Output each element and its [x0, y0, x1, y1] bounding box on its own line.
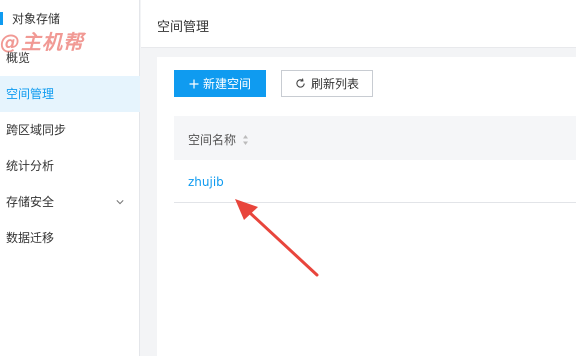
refresh-list-button[interactable]: 刷新列表 [281, 70, 373, 97]
page-header: 空间管理 [141, 0, 576, 48]
sidebar-item-storage-security[interactable]: 存储安全 [0, 184, 140, 220]
sidebar-item-overview[interactable]: 概览 [0, 40, 140, 76]
content-panel [157, 57, 576, 356]
sidebar-title: 对象存储 [12, 12, 61, 26]
column-header-bucket-name[interactable]: 空间名称 [188, 131, 249, 148]
sidebar-item-label: 跨区域同步 [6, 123, 67, 137]
sidebar-accent-bar [0, 12, 3, 25]
sidebar-item-statistics[interactable]: 统计分析 [0, 148, 140, 184]
sidebar-item-label: 统计分析 [6, 159, 55, 173]
annotation-arrow-icon [235, 199, 319, 277]
sidebar-item-label: 数据迁移 [6, 231, 55, 245]
create-bucket-label: 新建空间 [202, 77, 251, 91]
chevron-down-icon [116, 200, 124, 205]
sidebar-item-bucket-management[interactable]: 空间管理 [0, 76, 140, 112]
sidebar: 对象存储 @主机帮 概览 空间管理 跨区域同步 统计分析 存储安全 数据迁移 [0, 0, 140, 356]
bucket-name-link[interactable]: zhujib [188, 175, 224, 189]
sidebar-item-label: 空间管理 [6, 87, 55, 101]
plus-icon [189, 79, 199, 88]
create-bucket-button[interactable]: 新建空间 [174, 70, 266, 97]
sort-icon[interactable] [242, 134, 249, 146]
sidebar-item-label: 存储安全 [6, 195, 55, 209]
page-title: 空间管理 [157, 20, 210, 35]
sidebar-item-data-migration[interactable]: 数据迁移 [0, 220, 140, 256]
table-header: 空间名称 [174, 116, 576, 160]
refresh-icon [296, 78, 305, 88]
sidebar-item-cross-region-sync[interactable]: 跨区域同步 [0, 112, 140, 148]
column-header-label: 空间名称 [188, 133, 237, 147]
sidebar-item-label: 概览 [6, 51, 31, 65]
refresh-list-label: 刷新列表 [310, 77, 359, 91]
